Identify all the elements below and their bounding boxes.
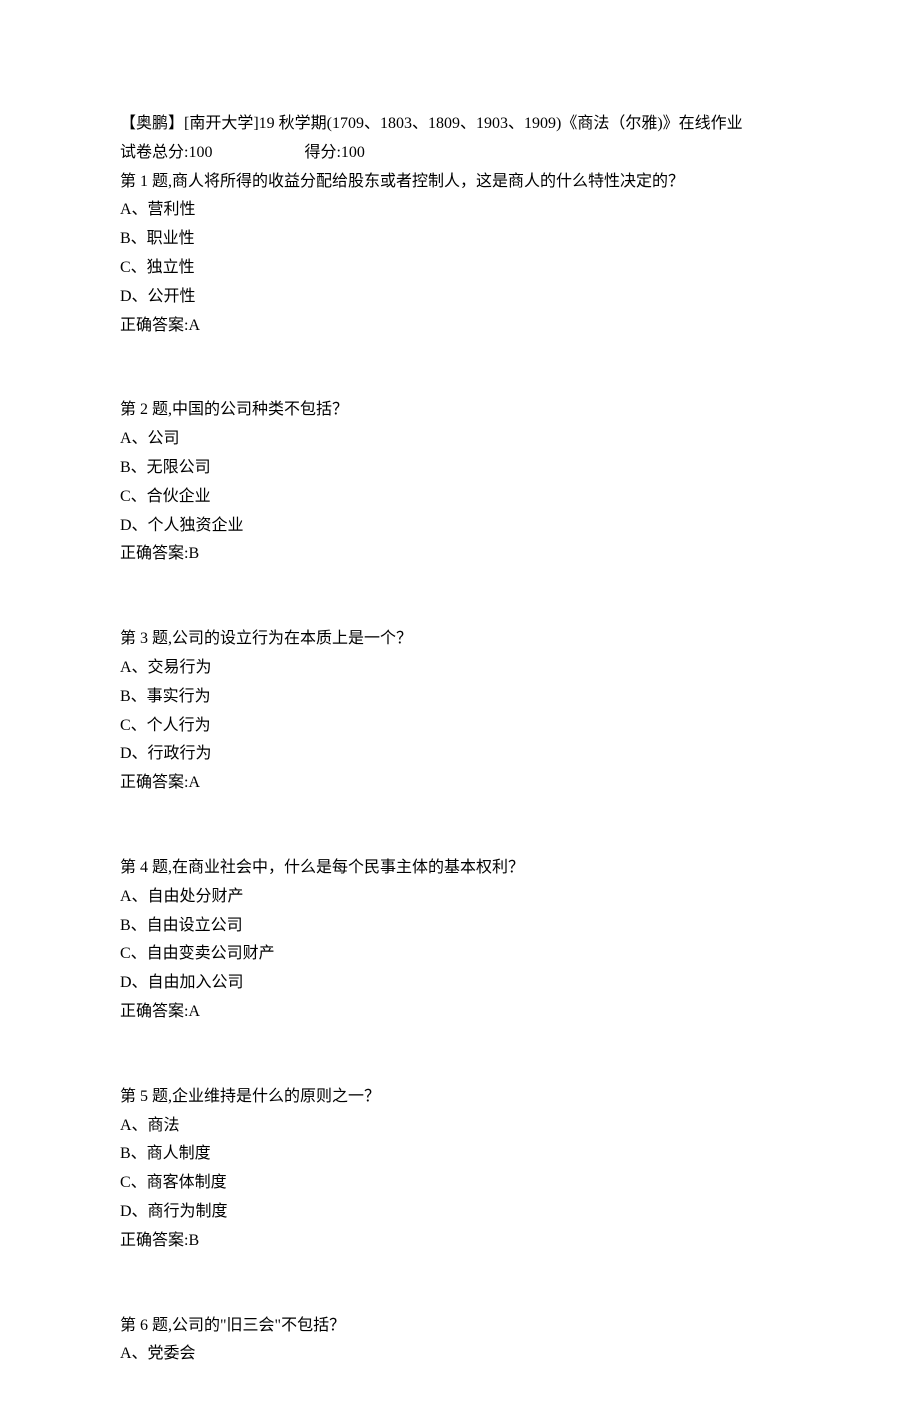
question-prompt: 第 6 题,公司的"旧三会"不包括？	[120, 1312, 800, 1341]
score-label: 得分:100	[304, 144, 364, 161]
question-option: B、无限公司	[120, 454, 800, 483]
question-block: 第 1 题,商人将所得的收益分配给股东或者控制人，这是商人的什么特性决定的？A、…	[120, 168, 800, 341]
question-answer: 正确答案:A	[120, 769, 800, 798]
question-block: 第 6 题,公司的"旧三会"不包括？A、党委会	[120, 1312, 800, 1370]
question-option: A、党委会	[120, 1340, 800, 1369]
question-block: 第 4 题,在商业社会中，什么是每个民事主体的基本权利？A、自由处分财产B、自由…	[120, 854, 800, 1027]
question-prompt: 第 2 题,中国的公司种类不包括？	[120, 396, 800, 425]
question-option: D、公开性	[120, 283, 800, 312]
question-block: 第 5 题,企业维持是什么的原则之一？A、商法B、商人制度C、商客体制度D、商行…	[120, 1083, 800, 1256]
questions-container: 第 1 题,商人将所得的收益分配给股东或者控制人，这是商人的什么特性决定的？A、…	[120, 168, 800, 1370]
question-prompt: 第 4 题,在商业社会中，什么是每个民事主体的基本权利？	[120, 854, 800, 883]
question-answer: 正确答案:A	[120, 998, 800, 1027]
question-option: C、自由变卖公司财产	[120, 940, 800, 969]
question-option: A、商法	[120, 1112, 800, 1141]
question-option: B、事实行为	[120, 683, 800, 712]
question-prompt: 第 3 题,公司的设立行为在本质上是一个？	[120, 625, 800, 654]
question-block: 第 2 题,中国的公司种类不包括？A、公司B、无限公司C、合伙企业D、个人独资企…	[120, 396, 800, 569]
question-option: C、合伙企业	[120, 483, 800, 512]
question-block: 第 3 题,公司的设立行为在本质上是一个？A、交易行为B、事实行为C、个人行为D…	[120, 625, 800, 798]
question-option: B、职业性	[120, 225, 800, 254]
total-score-label: 试卷总分:100	[120, 144, 212, 161]
document-header: 【奥鹏】[南开大学]19 秋学期(1709、1803、1809、1903、190…	[120, 110, 800, 168]
question-prompt: 第 1 题,商人将所得的收益分配给股东或者控制人，这是商人的什么特性决定的？	[120, 168, 800, 197]
question-option: C、个人行为	[120, 712, 800, 741]
question-option: C、独立性	[120, 254, 800, 283]
question-answer: 正确答案:A	[120, 312, 800, 341]
question-option: A、营利性	[120, 196, 800, 225]
document-title: 【奥鹏】[南开大学]19 秋学期(1709、1803、1809、1903、190…	[120, 110, 800, 139]
question-option: B、自由设立公司	[120, 912, 800, 941]
question-option: D、行政行为	[120, 740, 800, 769]
question-prompt: 第 5 题,企业维持是什么的原则之一？	[120, 1083, 800, 1112]
question-option: A、公司	[120, 425, 800, 454]
question-option: B、商人制度	[120, 1140, 800, 1169]
question-answer: 正确答案:B	[120, 540, 800, 569]
question-option: A、交易行为	[120, 654, 800, 683]
question-answer: 正确答案:B	[120, 1227, 800, 1256]
question-option: D、商行为制度	[120, 1198, 800, 1227]
question-option: A、自由处分财产	[120, 883, 800, 912]
question-option: D、个人独资企业	[120, 512, 800, 541]
question-option: D、自由加入公司	[120, 969, 800, 998]
score-line: 试卷总分:100 得分:100	[120, 144, 393, 161]
question-option: C、商客体制度	[120, 1169, 800, 1198]
